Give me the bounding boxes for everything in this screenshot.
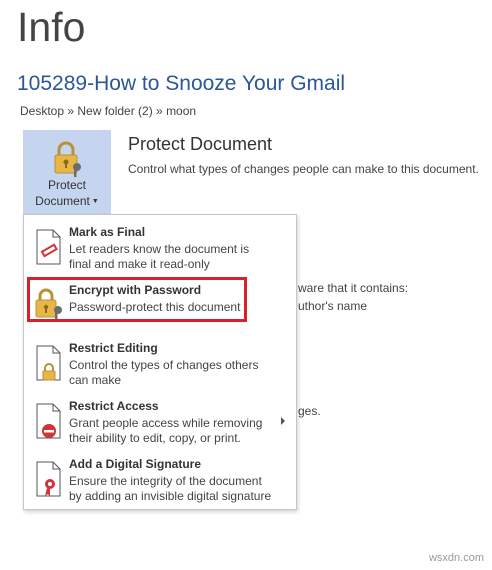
menu-item-title: Mark as Final xyxy=(69,225,146,239)
menu-item-desc: their ability to edit, copy, or print. xyxy=(69,431,241,445)
protect-label-line2: Document xyxy=(35,194,90,208)
menu-item-desc: by adding an invisible digital signature xyxy=(69,489,272,503)
protect-document-button[interactable]: Protect Document ▼ xyxy=(23,130,111,214)
background-text: ware that it contains: xyxy=(298,281,409,295)
mark-as-final-icon xyxy=(33,228,65,268)
document-lock-icon xyxy=(33,344,65,384)
document-title: 105289-How to Snooze Your Gmail xyxy=(17,72,346,95)
background-text: ges. xyxy=(298,404,321,418)
watermark: wsxdn.com xyxy=(428,552,484,564)
menu-item-mark-as-final[interactable]: Mark as Final Let readers know the docum… xyxy=(24,224,296,282)
menu-item-desc: Grant people access while removing xyxy=(69,416,263,430)
menu-item-desc: can make xyxy=(69,373,122,387)
breadcrumb[interactable]: Desktop » New folder (2) » moon xyxy=(20,104,196,118)
submenu-arrow-icon[interactable] xyxy=(281,417,285,425)
background-text: uthor's name xyxy=(298,299,367,313)
menu-item-desc: Ensure the integrity of the document xyxy=(69,474,262,488)
chevron-down-icon: ▼ xyxy=(91,197,99,205)
menu-item-add-digital-signature[interactable]: Add a Digital Signature Ensure the integ… xyxy=(24,456,296,514)
menu-item-desc: final and make it read-only xyxy=(69,257,210,271)
menu-item-restrict-access[interactable]: Restrict Access Grant people access whil… xyxy=(24,398,296,456)
lock-key-icon xyxy=(50,141,84,177)
page-title: Info xyxy=(17,4,86,50)
menu-item-desc: Let readers know the document is xyxy=(69,242,250,256)
menu-item-title: Restrict Access xyxy=(69,399,159,413)
protect-document-heading: Protect Document xyxy=(128,134,273,154)
protect-document-menu: Mark as Final Let readers know the docum… xyxy=(23,214,297,510)
protect-document-description: Control what types of changes people can… xyxy=(128,162,479,176)
protect-label-line1: Protect xyxy=(47,178,86,192)
document-signature-icon xyxy=(33,460,65,500)
menu-item-title: Add a Digital Signature xyxy=(69,457,202,471)
document-no-access-icon xyxy=(33,402,65,442)
menu-item-title: Restrict Editing xyxy=(69,341,158,355)
menu-item-restrict-editing[interactable]: Restrict Editing Control the types of ch… xyxy=(24,340,296,398)
menu-item-desc: Control the types of changes others xyxy=(69,358,259,372)
highlight-annotation xyxy=(27,277,247,322)
